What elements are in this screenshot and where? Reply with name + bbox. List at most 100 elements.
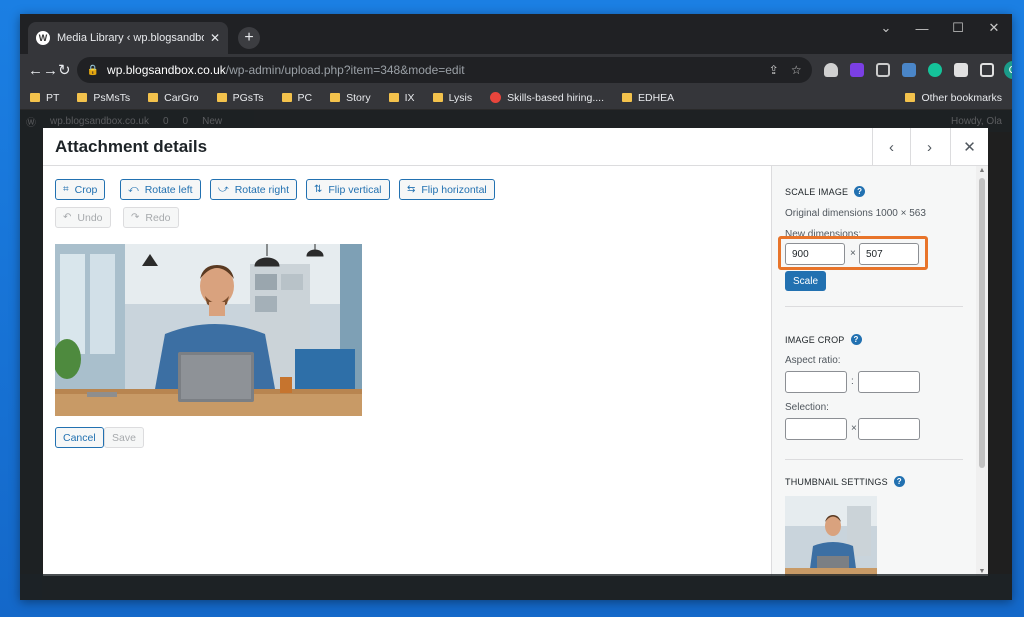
folder-icon [388,93,399,102]
save-button[interactable]: Save [104,427,144,448]
reload-icon[interactable]: ↻ [58,57,71,83]
bookmarks-bar: PT PsMsTs CarGro PGsTs PC Story IX Lysis… [20,86,1012,110]
grammarly-icon[interactable] [927,63,942,77]
scale-width-input[interactable]: 900 [785,243,845,265]
help-icon[interactable]: ? [850,334,862,345]
star-icon[interactable]: ☆ [791,63,802,77]
scale-button[interactable]: Scale [785,271,827,291]
howdy-user[interactable]: Howdy, Ola [951,116,1002,127]
sidepanel-icon[interactable] [979,63,994,77]
folder-icon [905,93,916,102]
office-photo [55,244,362,416]
redo-button[interactable]: ↷ Redo [123,207,179,228]
back-icon[interactable]: ← [28,57,43,83]
flip-vertical-button[interactable]: ⇅ Flip vertical [306,179,390,200]
thumbnail-preview [785,496,877,576]
folder-icon [432,93,443,102]
taskbar [20,574,1012,600]
crop-button[interactable]: ⌗ Crop [55,179,106,200]
colon-symbol: : [851,376,854,387]
cancel-button[interactable]: Cancel [55,427,104,448]
rotate-right-button[interactable]: ⤻ Rotate right [210,179,297,200]
image-editor: ⌗ Crop ⤺ Rotate left ⤻ Rotate right ⇅ Flip v… [43,166,771,576]
original-dimensions: Original dimensions 1000 × 563 [785,208,926,219]
selection-label: Selection: [785,402,829,413]
tab-media-library[interactable]: W Media Library ‹ wp.blogsandbox ✕ [28,22,228,54]
url-host: wp.blogsandbox.co.uk [107,63,226,77]
forward-icon[interactable]: → [43,57,58,83]
comments-count[interactable]: 0 [183,116,189,127]
rotate-right-icon: ⤻ [218,184,229,195]
crop-icon: ⌗ [63,184,69,195]
minimize-icon[interactable]: — [904,14,940,42]
other-bookmarks[interactable]: Other bookmarks [905,92,1002,104]
help-icon[interactable]: ? [854,186,866,197]
image-preview[interactable] [55,244,362,416]
plus-circle-icon [490,92,502,103]
previous-icon[interactable]: ‹ [872,128,910,166]
modal-title: Attachment details [55,136,208,156]
bookmark-pc[interactable]: PC [281,92,312,104]
tab-title: Media Library ‹ wp.blogsandbox [57,32,204,44]
share-icon[interactable]: ⇪ [769,63,779,77]
lock-icon: 🔒 [86,64,100,76]
admin-site-name[interactable]: wp.blogsandbox.co.uk [50,116,149,127]
bookmark-psmsts[interactable]: PsMsTs [77,92,130,104]
puzzle-icon[interactable] [953,63,968,77]
maximize-icon[interactable]: ☐ [940,14,976,42]
bookmark-edhea[interactable]: EDHEA [621,92,674,104]
folder-icon [330,93,341,102]
expand-extension-icon[interactable] [875,63,890,77]
flip-horizontal-icon: ⇆ [407,184,416,195]
image-crop-heading: IMAGE CROP? [785,334,862,345]
blue-extension-icon[interactable] [901,63,916,77]
bookmark-skills[interactable]: Skills-based hiring.... [490,92,604,104]
selection-height-input[interactable] [858,418,920,440]
aspect-width-input[interactable] [785,371,847,393]
bookmark-pgsts[interactable]: PGsTs [216,92,264,104]
bookmark-pt[interactable]: PT [30,92,59,104]
close-tab-icon[interactable]: ✕ [210,31,220,45]
new-link[interactable]: New [202,116,222,127]
close-icon[interactable]: ✕ [950,128,988,166]
wp-logo-icon[interactable]: Ⓦ [26,114,36,129]
new-tab-button[interactable]: + [238,27,260,49]
tab-bar: W Media Library ‹ wp.blogsandbox ✕ + ⌄ —… [20,14,1012,54]
thumbnail-settings-heading: THUMBNAIL SETTINGS? [785,476,905,487]
bookmark-lysis[interactable]: Lysis [432,92,472,104]
window-controls: ⌄ — ☐ ✕ [868,14,1012,42]
selection-width-input[interactable] [785,418,847,440]
undo-button[interactable]: ↶ Undo [55,207,111,228]
rotate-left-button[interactable]: ⤺ Rotate left [120,179,201,200]
flip-horizontal-button[interactable]: ⇆ Flip horizontal [399,179,495,200]
scrollbar-thumb[interactable] [979,178,985,468]
browser-toolbar: ← → ↻ 🔒 wp.blogsandbox.co.uk /wp-admin/u… [20,54,1012,86]
updates-count[interactable]: 0 [163,116,169,127]
modal-header: Attachment details ‹ › ✕ [43,128,988,166]
avatar[interactable]: O [1003,61,1012,79]
scale-image-heading: SCALE IMAGE? [785,186,866,197]
next-icon[interactable]: › [910,128,948,166]
bookmark-cargro[interactable]: CarGro [148,92,199,104]
folder-icon [621,93,632,102]
purple-extension-icon[interactable] [849,63,864,77]
attachment-details-modal: Attachment details ‹ › ✕ ⌗ Crop ⤺ Rotate l… [43,128,988,576]
folder-icon [30,93,40,102]
close-window-icon[interactable]: ✕ [976,14,1012,42]
scroll-up-icon[interactable]: ▲ [976,167,988,174]
divider [785,306,963,307]
aspect-ratio-label: Aspect ratio: [785,355,841,366]
bookmark-ix[interactable]: IX [388,92,415,104]
wp-admin-sidebar [20,132,42,600]
settings-scrollbar[interactable]: ▲ ▼ [976,166,988,576]
address-bar[interactable]: 🔒 wp.blogsandbox.co.uk /wp-admin/upload.… [76,57,812,83]
help-icon[interactable]: ? [893,476,905,487]
aspect-height-input[interactable] [858,371,920,393]
shield-extension-icon[interactable] [823,63,838,77]
folder-icon [216,93,227,102]
times-symbol: × [851,423,857,434]
bookmark-story[interactable]: Story [330,92,371,104]
scale-height-input[interactable]: 507 [859,243,919,265]
tab-search-icon[interactable]: ⌄ [868,14,904,42]
folder-icon [281,93,292,102]
